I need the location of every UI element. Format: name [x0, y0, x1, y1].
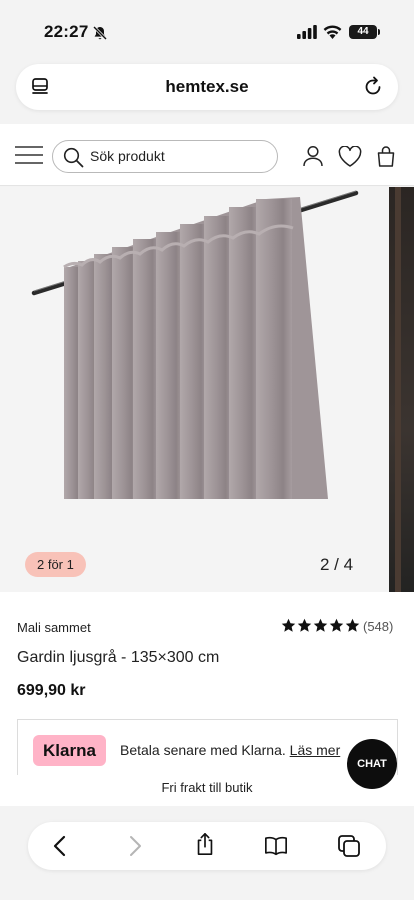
star-icon	[313, 618, 328, 632]
star-icon	[329, 618, 344, 632]
product-collection: Mali sammet	[17, 620, 91, 635]
status-time: 22:27	[44, 22, 89, 41]
promo-badge: 2 för 1	[25, 552, 86, 577]
curtain-product-image[interactable]	[28, 187, 363, 507]
wishlist-heart-icon[interactable]	[338, 146, 362, 167]
review-count[interactable]: (548)	[363, 619, 393, 634]
search-input[interactable]	[90, 148, 270, 164]
hamburger-menu-icon[interactable]	[14, 144, 44, 166]
klarna-text: Betala senare med Klarna.	[120, 742, 286, 758]
chat-button[interactable]: CHAT	[347, 739, 397, 789]
site-header	[0, 124, 414, 186]
klarna-banner[interactable]: Klarna Betala senare med Klarna. Läs mer	[17, 719, 398, 775]
rating-stars	[281, 618, 361, 635]
klarna-read-more-link[interactable]: Läs mer	[290, 742, 341, 758]
rating[interactable]: (548)	[281, 618, 393, 636]
star-icon	[345, 618, 360, 632]
product-gallery[interactable]: 2 för 1 2 / 4	[0, 187, 414, 592]
product-price: 699,90 kr	[17, 682, 86, 699]
status-bar: 22:27 44	[0, 0, 414, 58]
signal-icon	[297, 25, 317, 39]
star-icon	[297, 618, 312, 632]
bookmarks-icon[interactable]	[264, 834, 288, 858]
battery-indicator: 44	[349, 25, 380, 39]
next-image-preview[interactable]	[389, 187, 414, 592]
wifi-icon	[323, 25, 342, 39]
browser-toolbar-area	[0, 806, 414, 900]
url-text[interactable]: hemtex.se	[16, 77, 398, 97]
forward-icon[interactable]	[123, 834, 147, 858]
search-icon	[63, 147, 84, 168]
tabs-icon[interactable]	[337, 834, 361, 858]
reload-icon[interactable]	[362, 76, 384, 98]
account-icon[interactable]	[302, 145, 324, 167]
klarna-logo: Klarna	[33, 735, 106, 766]
search-box[interactable]	[52, 140, 278, 173]
back-icon[interactable]	[48, 834, 72, 858]
star-icon	[281, 618, 296, 632]
slide-counter: 2 / 4	[320, 555, 354, 574]
browser-toolbar	[28, 822, 386, 870]
product-info: Mali sammet (548) Gardin ljusgrå - 135×3…	[0, 592, 414, 820]
share-icon[interactable]	[193, 832, 217, 856]
address-bar[interactable]: hemtex.se	[16, 64, 398, 110]
product-title: Gardin ljusgrå - 135×300 cm	[17, 649, 220, 666]
shipping-info: Fri frakt till butik	[161, 780, 253, 795]
bell-muted-icon	[92, 25, 108, 41]
shopping-bag-icon[interactable]	[376, 145, 396, 167]
klarna-message: Betala senare med Klarna. Läs mer	[120, 742, 340, 758]
